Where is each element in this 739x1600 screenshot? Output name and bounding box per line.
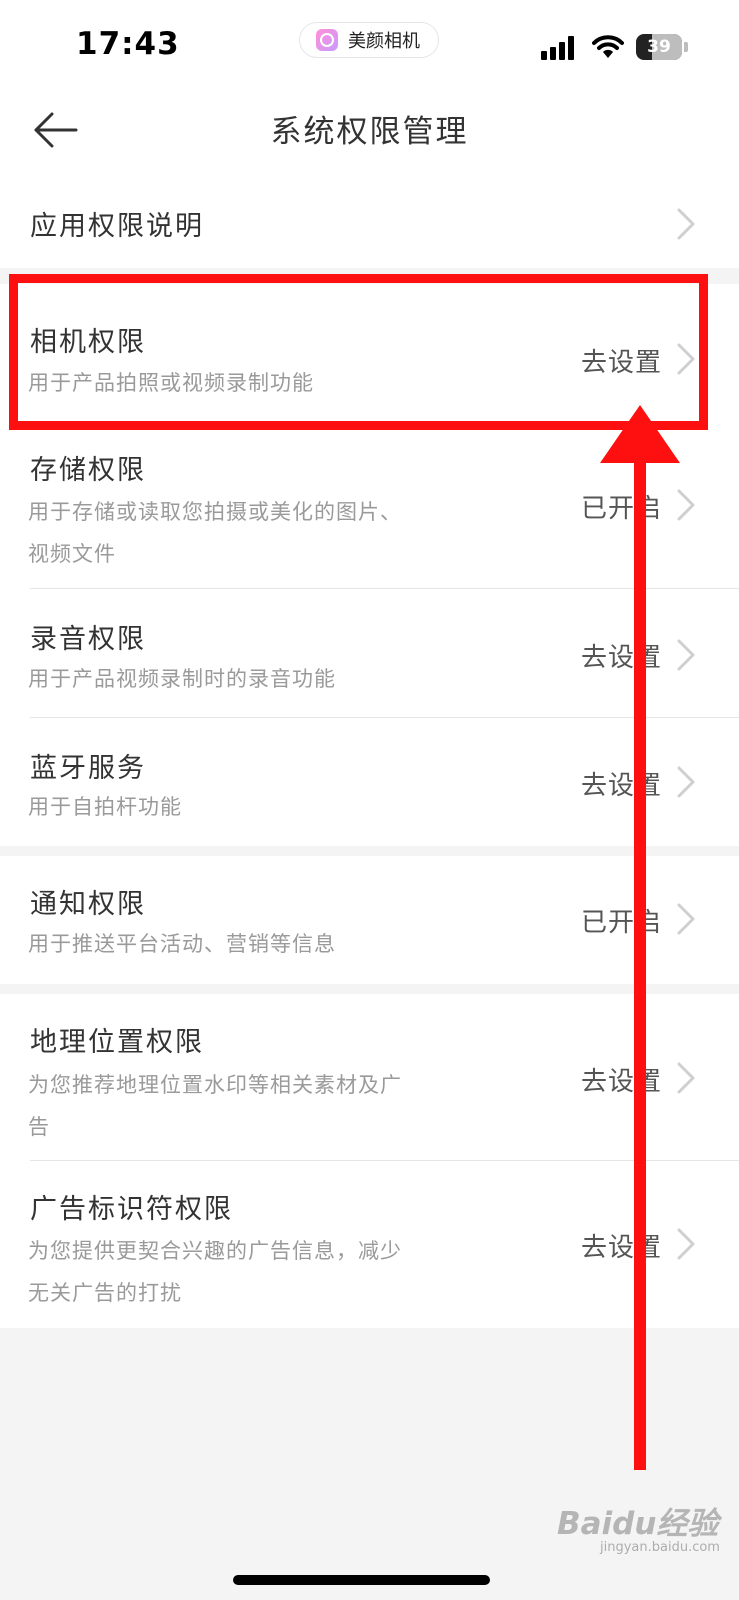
intro-section: 应用权限说明 [0, 176, 739, 268]
battery-icon: 39 [636, 34, 682, 60]
camera-app-icon [316, 29, 338, 51]
battery-level: 39 [647, 37, 671, 57]
app-permission-info-label: 应用权限说明 [30, 211, 204, 242]
permission-title: 地理位置权限 [30, 1027, 204, 1058]
cellular-signal-icon [541, 36, 577, 60]
annotation-arrow-up-icon [600, 405, 680, 1470]
status-time: 17:43 [76, 26, 180, 62]
watermark-logo: Baidu经验 [557, 1506, 719, 1542]
permissions-page: 17:43 美颜相机 39 系统权限管理 应用权限说明 相机权限 用于产品拍照或… [0, 0, 739, 1600]
watermark-url: jingyan.baidu.com [600, 1540, 720, 1555]
page-title: 系统权限管理 [270, 114, 469, 150]
status-bar: 17:43 美颜相机 39 [0, 0, 739, 86]
wifi-icon [592, 35, 624, 58]
permission-desc: 用于产品视频录制时的录音功能 [28, 667, 336, 691]
permission-desc: 用于推送平台活动、营销等信息 [28, 932, 336, 956]
active-app-name: 美颜相机 [348, 31, 420, 52]
permission-desc: 为您推荐地理位置水印等相关素材及广告 [28, 1073, 402, 1139]
home-indicator[interactable] [233, 1575, 490, 1585]
chevron-right-icon [677, 208, 695, 240]
permission-desc: 用于自拍杆功能 [28, 795, 182, 819]
permission-desc: 为您提供更契合兴趣的广告信息，减少无关广告的打扰 [28, 1239, 402, 1305]
permission-title: 录音权限 [30, 624, 146, 655]
active-app-pill[interactable]: 美颜相机 [299, 22, 439, 58]
permission-title: 蓝牙服务 [30, 753, 146, 784]
app-permission-info-row[interactable]: 应用权限说明 [0, 176, 739, 268]
permission-title: 通知权限 [30, 889, 146, 920]
navigation-bar: 系统权限管理 [0, 86, 739, 176]
battery-cap [684, 42, 688, 52]
permission-title: 广告标识符权限 [30, 1194, 233, 1225]
permission-title: 存储权限 [30, 455, 146, 486]
permission-desc: 用于存储或读取您拍摄或美化的图片、视频文件 [28, 500, 402, 566]
